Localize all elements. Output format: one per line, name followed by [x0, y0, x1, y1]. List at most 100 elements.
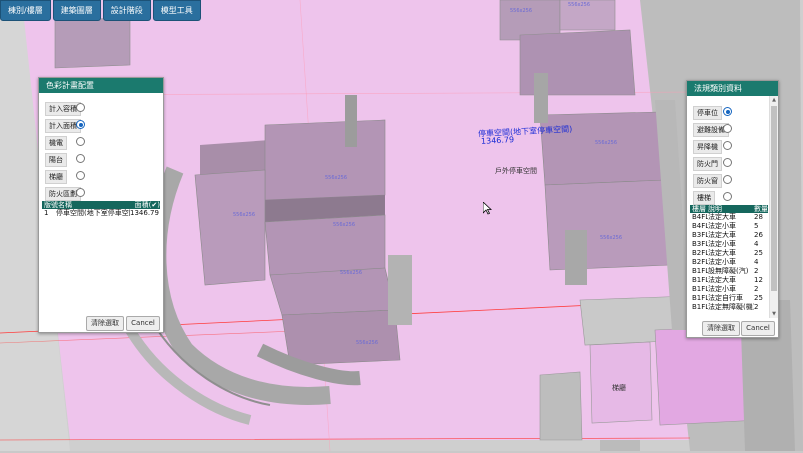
nav-model-tools[interactable]: 模型工具	[152, 0, 201, 21]
radio-elevator[interactable]	[723, 141, 732, 150]
row-description: 法定小車	[708, 285, 736, 293]
table-row[interactable]: B2FL 法定小車 4	[690, 258, 768, 267]
row-quantity: 26	[754, 231, 763, 239]
row-floor: B3FL	[692, 240, 708, 248]
row-quantity: 12	[754, 276, 763, 284]
row-description: 法定無障礙(機)	[708, 303, 754, 311]
scroll-down-arrow-icon[interactable]: ▼	[771, 311, 777, 317]
nav-building-floor[interactable]: 棟別/樓層	[0, 0, 51, 21]
scroll-up-arrow-icon[interactable]: ▲	[771, 97, 777, 103]
radio-mep[interactable]	[76, 137, 85, 146]
panel-scrollbar[interactable]: ▲ ▼	[769, 96, 778, 318]
table-row[interactable]: B4FL 法定小車 5	[690, 222, 768, 231]
row-quantity: 28	[754, 213, 763, 221]
row-area: 1346.79	[130, 209, 159, 217]
radio-balcony[interactable]	[76, 154, 85, 163]
panel-title: 色彩計畫配置	[39, 78, 163, 93]
stair-label: 梯廳	[612, 384, 626, 392]
table-row[interactable]: B1FL 法定大車 12	[690, 276, 768, 285]
radio-floor-area-ratio[interactable]	[76, 103, 85, 112]
row-quantity: 4	[754, 258, 759, 266]
row-description: 法定大車	[708, 213, 736, 221]
clear-selection-button[interactable]: 清除選取	[702, 321, 740, 336]
option-label: 防火門	[693, 157, 722, 171]
area-table: 版號名稱 面積(✔) 1 停車空間(地下室停車空間) 1346.79	[42, 201, 160, 218]
option-label: 昇降機	[693, 140, 722, 154]
table-row[interactable]: B1FL 設無障礙(汽) 2	[690, 267, 768, 276]
color-plan-panel: 色彩計畫配置 計入容積 計入面積 機電 陽台 梯廳 防火區劃 版號名稱 面積(✔…	[38, 77, 164, 333]
outer-parking-label: 戶外停車空間	[495, 167, 537, 175]
row-index: 1	[44, 209, 49, 217]
radio-stair-hall[interactable]	[76, 171, 85, 180]
clear-selection-button[interactable]: 清除選取	[86, 316, 124, 331]
table-row[interactable]: B1FL 法定無障礙(機) 2	[690, 303, 768, 312]
row-floor: B2FL	[692, 249, 708, 257]
option-label: 停車位	[693, 106, 722, 120]
space-dim-label: 556x256	[600, 235, 623, 241]
radio-fire-door[interactable]	[723, 158, 732, 167]
row-quantity: 2	[754, 285, 759, 293]
mouse-cursor-icon	[482, 201, 493, 217]
nav-building-layers[interactable]: 建築圖層	[52, 0, 101, 21]
row-description: 法定大車	[708, 276, 736, 284]
table-header: 數量	[754, 205, 768, 213]
row-floor: B1FL	[692, 285, 708, 293]
row-floor: B1FL	[692, 294, 708, 302]
nav-design-phase[interactable]: 設計階段	[102, 0, 151, 21]
space-dim-label: 556x256	[340, 270, 363, 276]
table-row[interactable]: B3FL 法定大車 26	[690, 231, 768, 240]
row-name: 停車空間(地下室停車空間)	[56, 209, 130, 217]
regulation-data-panel: 法規類別資料 停車位 避難設備 昇降機 防火門 防火窗 樓梯 樓層 說明 數量 …	[686, 80, 779, 338]
row-quantity: 25	[754, 294, 763, 302]
row-floor: B3FL	[692, 231, 708, 239]
row-floor: B1FL	[692, 267, 708, 275]
radio-stair[interactable]	[723, 192, 732, 201]
option-label: 梯廳	[45, 170, 67, 184]
table-header: 樓層	[692, 205, 706, 213]
radio-floor-area[interactable]	[76, 120, 85, 129]
cancel-button[interactable]: Cancel	[126, 316, 160, 331]
table-row[interactable]: B3FL 法定小車 4	[690, 240, 768, 249]
cancel-button[interactable]: Cancel	[741, 321, 775, 336]
radio-fire-window[interactable]	[723, 175, 732, 184]
option-label: 防火窗	[693, 174, 722, 188]
row-quantity: 4	[754, 240, 759, 248]
table-row[interactable]: B4FL 法定大車 28	[690, 213, 768, 222]
row-description: 法定小車	[708, 222, 736, 230]
row-description: 法定大車	[708, 231, 736, 239]
row-quantity: 2	[754, 303, 759, 311]
space-dim-label: 556x256	[568, 2, 591, 8]
space-dim-label: 556x256	[510, 8, 533, 14]
table-row[interactable]: B1FL 法定小車 2	[690, 285, 768, 294]
space-dim-label: 556x256	[233, 212, 256, 218]
table-row[interactable]: 1 停車空間(地下室停車空間) 1346.79	[42, 209, 160, 218]
row-floor: B4FL	[692, 222, 708, 230]
space-dim-label: 556x256	[595, 140, 618, 146]
row-quantity: 25	[754, 249, 763, 257]
row-quantity: 5	[754, 222, 759, 230]
table-row[interactable]: B1FL 法定自行車 25	[690, 294, 768, 303]
radio-fire-compartment[interactable]	[76, 188, 85, 197]
row-description: 法定大車	[708, 249, 736, 257]
table-row[interactable]: B2FL 法定大車 25	[690, 249, 768, 258]
row-description: 法定自行車	[708, 294, 743, 302]
row-quantity: 2	[754, 267, 759, 275]
row-description: 法定小車	[708, 258, 736, 266]
table-header: 版號名稱	[44, 201, 72, 209]
option-label: 樓梯	[693, 191, 715, 205]
top-nav: 棟別/樓層 建築圖層 設計階段 模型工具	[0, 0, 201, 21]
option-label: 機電	[45, 136, 67, 150]
row-description: 法定小車	[708, 240, 736, 248]
scroll-thumb[interactable]	[771, 106, 777, 291]
radio-parking[interactable]	[723, 107, 732, 116]
space-dim-label: 556x256	[356, 340, 379, 346]
row-description: 設無障礙(汽)	[708, 267, 749, 275]
panel-title: 法規類別資料	[687, 81, 778, 96]
row-floor: B1FL	[692, 276, 708, 284]
row-floor: B4FL	[692, 213, 708, 221]
parking-area-label: 1346.79	[480, 135, 515, 146]
regulation-table: 樓層 說明 數量 B4FL 法定大車 28 B4FL 法定小車 5 B3FL 法定大車 26 B3…	[690, 205, 768, 317]
radio-evacuation[interactable]	[723, 124, 732, 133]
table-header: 面積(✔)	[134, 201, 160, 209]
space-dim-label: 556x256	[325, 175, 348, 181]
